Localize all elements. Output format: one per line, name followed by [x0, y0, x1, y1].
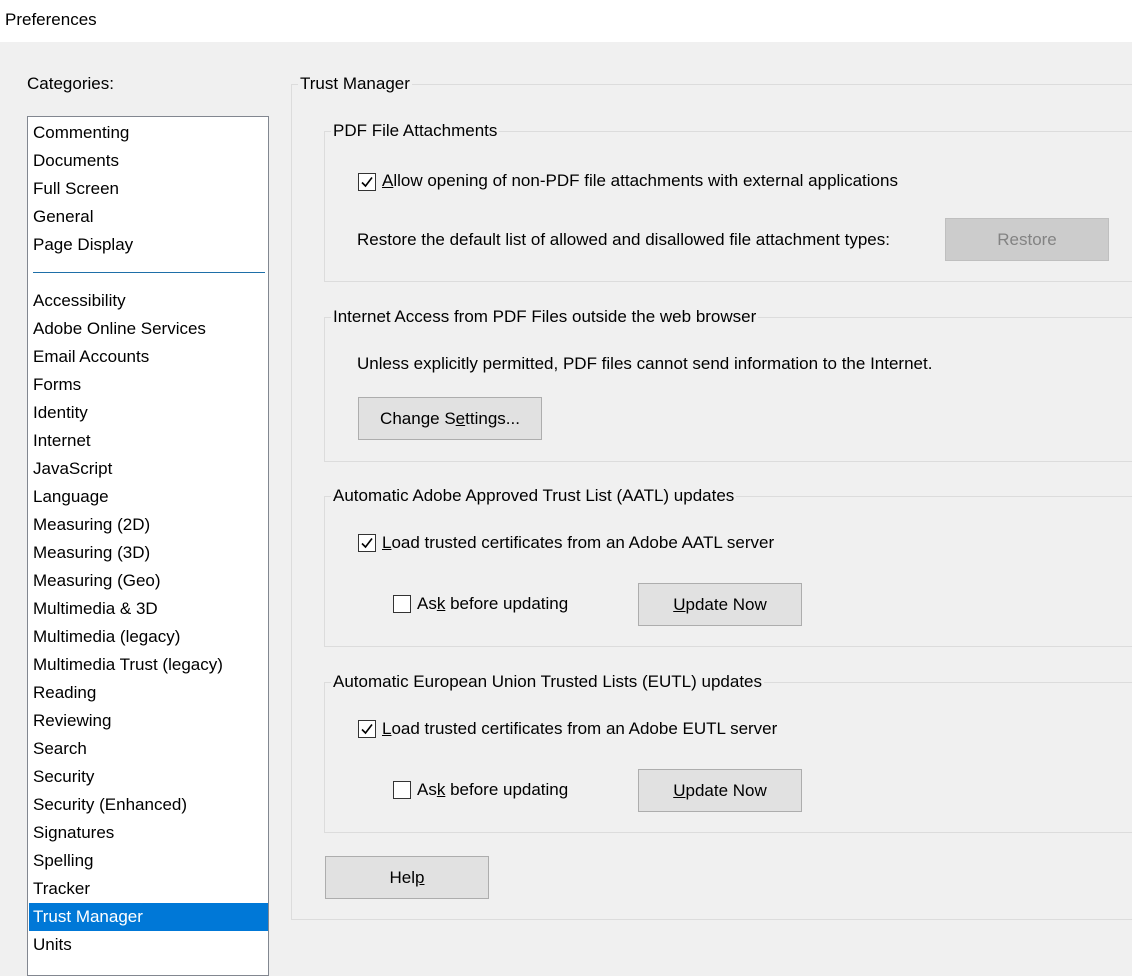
eutl-ask-text-pre: As: [417, 780, 437, 799]
restore-description: Restore the default list of allowed and …: [357, 230, 890, 249]
eutl-load-checkbox[interactable]: [358, 720, 376, 738]
category-item-multimedia-trust-legacy[interactable]: Multimedia Trust (legacy): [29, 651, 268, 679]
category-item-adobe-online-services[interactable]: Adobe Online Services: [29, 315, 268, 343]
window-title: Preferences: [5, 10, 97, 29]
category-item-forms[interactable]: Forms: [29, 371, 268, 399]
category-item-reading[interactable]: Reading: [29, 679, 268, 707]
category-item-page-display[interactable]: Page Display: [29, 231, 268, 259]
category-divider: [33, 272, 265, 273]
allow-attachments-mnemonic: A: [382, 171, 394, 190]
category-item-full-screen[interactable]: Full Screen: [29, 175, 268, 203]
category-item-search[interactable]: Search: [29, 735, 268, 763]
eutl-ask-label[interactable]: Ask before updating: [417, 780, 568, 800]
eutl-group-title: Automatic European Union Trusted Lists (…: [331, 672, 764, 692]
category-item-accessibility[interactable]: Accessibility: [29, 287, 268, 315]
category-item-measuring-3d[interactable]: Measuring (3D): [29, 539, 268, 567]
eutl-load-label[interactable]: Load trusted certificates from an Adobe …: [382, 719, 777, 739]
category-item-units[interactable]: Units: [29, 931, 268, 959]
category-item-reviewing[interactable]: Reviewing: [29, 707, 268, 735]
aatl-update-label: pdate Now: [685, 595, 767, 614]
category-item-trust-manager[interactable]: Trust Manager: [29, 903, 268, 931]
category-item-general[interactable]: General: [29, 203, 268, 231]
allow-attachments-text: llow opening of non-PDF file attachments…: [393, 171, 898, 190]
category-item-internet[interactable]: Internet: [29, 427, 268, 455]
categories-list[interactable]: Commenting Documents Full Screen General…: [27, 116, 269, 976]
change-settings-mnemonic: e: [455, 409, 466, 428]
change-settings-button[interactable]: Change Settings...: [358, 397, 542, 440]
aatl-update-now-button[interactable]: Update Now: [638, 583, 802, 626]
eutl-update-now-button[interactable]: Update Now: [638, 769, 802, 812]
category-item-identity[interactable]: Identity: [29, 399, 268, 427]
checkmark-icon: [361, 538, 373, 549]
category-item-tracker[interactable]: Tracker: [29, 875, 268, 903]
aatl-load-checkbox[interactable]: [358, 534, 376, 552]
change-settings-label-post: ttings...: [465, 409, 520, 428]
eutl-ask-text-post: before updating: [445, 780, 569, 799]
category-item-security[interactable]: Security: [29, 763, 268, 791]
help-label-pre: Hel: [389, 868, 416, 887]
category-item-javascript[interactable]: JavaScript: [29, 455, 268, 483]
aatl-ask-text-pre: As: [417, 594, 437, 613]
eutl-ask-checkbox[interactable]: [393, 781, 411, 799]
restore-button[interactable]: Restore: [945, 218, 1109, 261]
category-item-signatures[interactable]: Signatures: [29, 819, 268, 847]
categories-label: Categories:: [27, 74, 114, 93]
category-item-language[interactable]: Language: [29, 483, 268, 511]
aatl-ask-text-post: before updating: [445, 594, 569, 613]
help-mnemonic: p: [415, 868, 425, 887]
aatl-group-title: Automatic Adobe Approved Trust List (AAT…: [331, 486, 737, 506]
allow-attachments-checkbox[interactable]: [358, 173, 376, 191]
help-button[interactable]: Help: [325, 856, 489, 899]
allow-attachments-label[interactable]: Allow opening of non-PDF file attachment…: [382, 171, 898, 191]
eutl-load-text: oad trusted certificates from an Adobe E…: [391, 719, 778, 738]
panel-title: Trust Manager: [298, 74, 412, 94]
category-item-spelling[interactable]: Spelling: [29, 847, 268, 875]
checkmark-icon: [361, 177, 373, 188]
aatl-load-label[interactable]: Load trusted certificates from an Adobe …: [382, 533, 774, 553]
title-bar: Preferences: [0, 0, 1132, 42]
category-item-email-accounts[interactable]: Email Accounts: [29, 343, 268, 371]
checkmark-icon: [361, 724, 373, 735]
internet-access-description: Unless explicitly permitted, PDF files c…: [357, 354, 933, 373]
category-item-documents[interactable]: Documents: [29, 147, 268, 175]
eutl-update-label: pdate Now: [685, 781, 767, 800]
eutl-update-mnemonic: U: [673, 781, 686, 800]
internet-access-group: [324, 317, 1132, 462]
aatl-ask-checkbox[interactable]: [393, 595, 411, 613]
category-item-security-enhanced[interactable]: Security (Enhanced): [29, 791, 268, 819]
internet-access-group-title: Internet Access from PDF Files outside t…: [331, 307, 759, 327]
attachments-group-title: PDF File Attachments: [331, 121, 500, 141]
category-item-multimedia-legacy[interactable]: Multimedia (legacy): [29, 623, 268, 651]
change-settings-label-pre: Change S: [380, 409, 456, 428]
category-item-commenting[interactable]: Commenting: [29, 119, 268, 147]
category-item-measuring-geo[interactable]: Measuring (Geo): [29, 567, 268, 595]
aatl-update-mnemonic: U: [673, 595, 686, 614]
category-item-measuring-2d[interactable]: Measuring (2D): [29, 511, 268, 539]
aatl-load-text: oad trusted certificates from an Adobe A…: [391, 533, 775, 552]
category-item-multimedia-3d[interactable]: Multimedia & 3D: [29, 595, 268, 623]
aatl-ask-label[interactable]: Ask before updating: [417, 594, 568, 614]
